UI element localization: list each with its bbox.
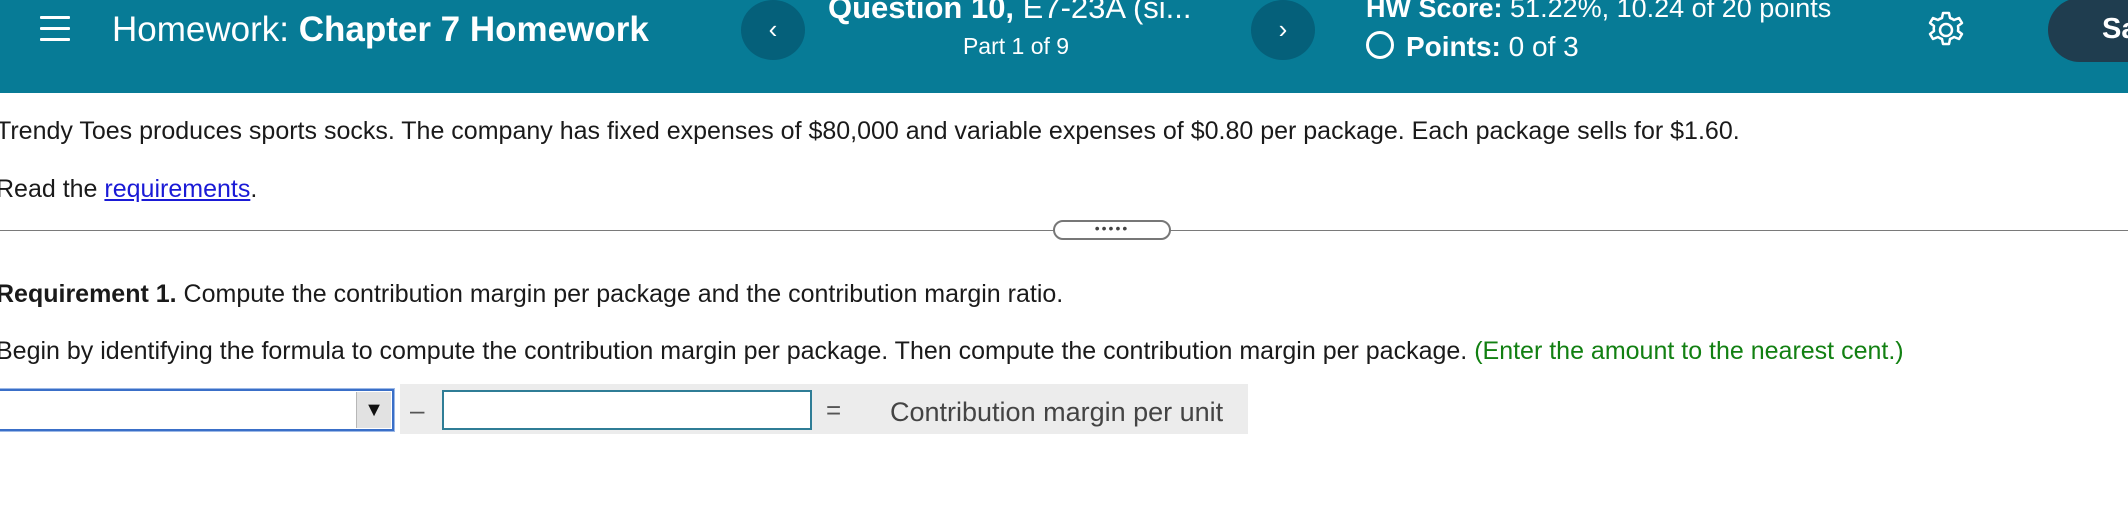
drag-handle-icon: •••••: [1094, 220, 1130, 236]
question-title: Question 10, E7-23A (si...: [828, 0, 1204, 26]
homework-title: Homework: Chapter 7 Homework: [112, 10, 649, 50]
previous-question-button[interactable]: ‹: [741, 0, 805, 60]
hw-score-label: HW Score:: [1366, 0, 1503, 23]
requirement-instruction: Begin by identifying the formula to comp…: [0, 335, 1904, 367]
equals-operator: =: [826, 395, 842, 425]
hw-score: HW Score: 51.22%, 10.24 of 20 points: [1366, 0, 1831, 26]
question-part: Part 1 of 9: [962, 33, 1070, 59]
rounding-hint: (Enter the amount to the nearest cent.): [1467, 337, 1904, 365]
points-value: 0 of 3: [1500, 31, 1579, 62]
question-id: E7-23A (si...: [1014, 0, 1192, 25]
read-prefix: Read the: [0, 175, 105, 203]
hw-score-value: 51.22%, 10.24 of 20 points: [1502, 0, 1832, 23]
formula-result-label: Contribution margin per unit: [890, 397, 1224, 427]
menu-icon[interactable]: [40, 16, 70, 42]
requirements-link[interactable]: requirements: [104, 175, 250, 203]
top-bar: Homework: Chapter 7 Homework ‹ Question …: [0, 0, 2128, 93]
save-button[interactable]: Sa: [2048, 0, 2128, 62]
minus-operator: –: [410, 395, 425, 425]
requirement-label: Requirement 1.: [0, 280, 177, 308]
pane-splitter-handle[interactable]: •••••: [1053, 220, 1171, 240]
requirement-heading: Requirement 1. Compute the contribution …: [0, 278, 1063, 310]
chevron-right-icon: ›: [1278, 14, 1288, 44]
requirement-text: Compute the contribution margin per pack…: [176, 280, 1064, 308]
homework-prefix: Homework:: [112, 10, 289, 49]
gear-icon[interactable]: [1926, 10, 1966, 50]
question-label: Question 10,: [828, 0, 1015, 25]
dropdown-arrow-icon[interactable]: ▼: [356, 392, 391, 428]
instruction-text: Begin by identifying the formula to comp…: [0, 337, 1468, 365]
points-label: Points:: [1406, 31, 1501, 62]
variable-expense-input[interactable]: [442, 390, 812, 430]
read-requirements: Read the requirements.: [0, 173, 257, 205]
homework-name: Chapter 7 Homework: [298, 10, 649, 49]
points-status: Points: 0 of 3: [1366, 29, 1579, 65]
problem-intro: Trendy Toes produces sports socks. The c…: [0, 117, 1740, 145]
next-question-button[interactable]: ›: [1251, 0, 1315, 60]
formula-first-term-dropdown[interactable]: ▼: [0, 389, 394, 431]
read-suffix: .: [250, 175, 258, 203]
circle-icon: [1366, 31, 1394, 59]
chevron-left-icon: ‹: [768, 14, 778, 44]
